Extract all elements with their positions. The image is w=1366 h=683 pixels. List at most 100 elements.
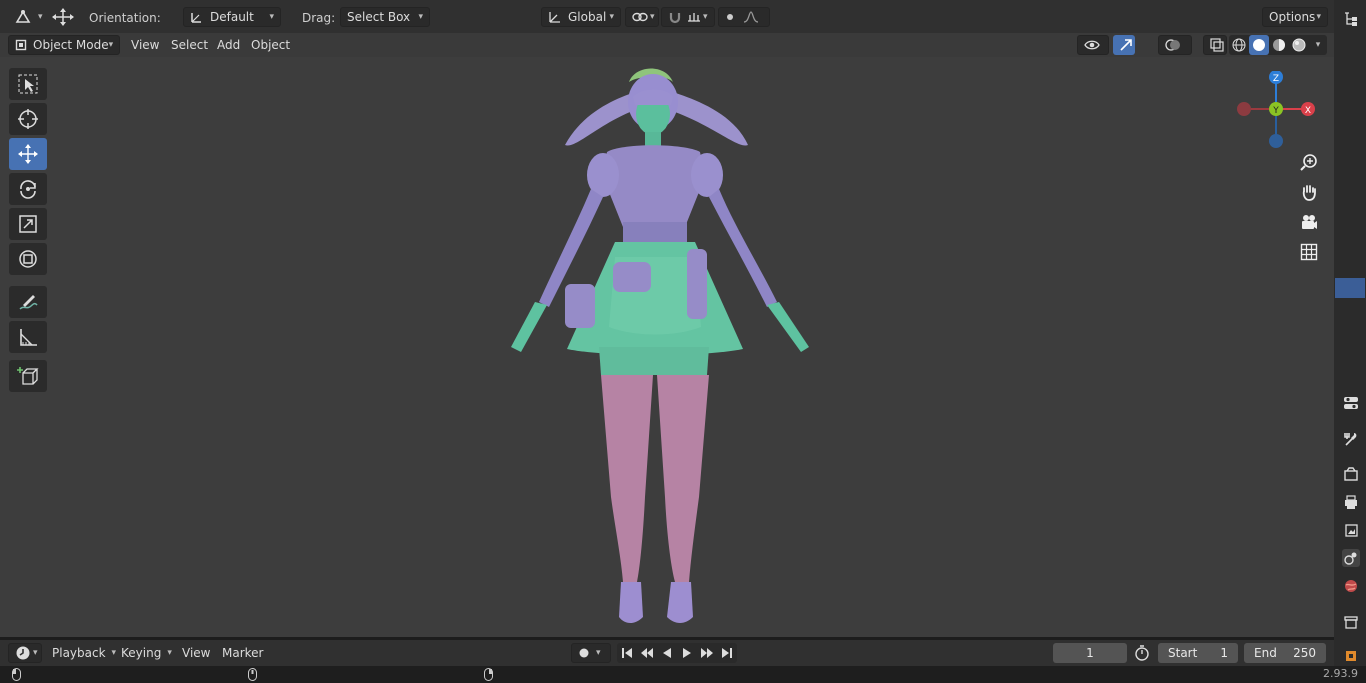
rendered-shading-button[interactable] <box>1289 35 1309 55</box>
tool-settings-tab[interactable] <box>1342 394 1360 412</box>
end-frame-field[interactable]: End 250 <box>1244 643 1326 663</box>
chevron-down-icon: ▾ <box>650 12 655 22</box>
mouse-right-icon <box>484 668 493 681</box>
measure-tool[interactable] <box>9 321 47 353</box>
timeline-editor-type-button[interactable]: ▾ <box>8 643 42 663</box>
zoom-icon <box>1300 154 1317 171</box>
playback-controls <box>617 643 737 663</box>
cursor-icon <box>18 109 38 129</box>
editor-type-button[interactable]: ▾ <box>8 7 43 27</box>
measure-icon <box>20 329 37 346</box>
rotate-tool[interactable] <box>9 173 47 205</box>
shading-options-button[interactable]: ▾ <box>1309 35 1327 55</box>
toolbar <box>9 68 49 395</box>
view-layer-properties-icon[interactable] <box>1342 521 1360 539</box>
auto-keying-toggle[interactable]: ▾ <box>571 643 611 663</box>
solid-shading-button[interactable] <box>1249 35 1269 55</box>
start-frame-field[interactable]: Start 1 <box>1158 643 1238 663</box>
axis-neg-x-handle[interactable] <box>1237 102 1251 116</box>
collection-properties-icon[interactable] <box>1342 613 1360 631</box>
menu-keying[interactable]: Keying ▾ <box>115 643 178 663</box>
play-reverse-icon <box>663 648 671 658</box>
annotate-tool[interactable] <box>9 286 47 318</box>
move-tool[interactable] <box>9 138 47 170</box>
options-label: Options <box>1269 10 1316 24</box>
menu-timeline-view[interactable]: View <box>176 643 216 663</box>
chevron-down-icon: ▾ <box>269 12 274 22</box>
orientation-label: Orientation: <box>89 11 161 25</box>
jump-keyframe-forward-button[interactable] <box>697 643 717 663</box>
right-arm <box>709 189 777 307</box>
wireframe-shading-button[interactable] <box>1229 35 1249 55</box>
right-pigtail <box>673 92 748 146</box>
add-cube-tool[interactable] <box>9 360 47 392</box>
play-reverse-button[interactable] <box>657 643 677 663</box>
select-box-tool[interactable] <box>9 68 47 100</box>
menu-select[interactable]: Select <box>165 35 214 55</box>
transform-pivot-icon[interactable] <box>50 7 76 30</box>
camera-icon <box>1302 215 1317 229</box>
menu-add[interactable]: Add <box>211 35 246 55</box>
preview-range-button[interactable] <box>1134 645 1150 661</box>
transform-orientation-dropdown[interactable]: Global ▾ <box>541 7 621 27</box>
play-icon <box>683 648 691 658</box>
menu-view[interactable]: View <box>125 35 165 55</box>
3d-viewport[interactable]: Z X Y <box>0 57 1334 637</box>
visibility-dropdown[interactable] <box>1077 35 1109 55</box>
transform-space-value: Global <box>568 10 607 24</box>
end-value: 250 <box>1293 646 1316 660</box>
menu-object[interactable]: Object <box>245 35 296 55</box>
drag-dropdown[interactable]: Select Box ▾ <box>340 7 430 27</box>
gizmo-toggle-button[interactable] <box>1113 35 1135 55</box>
end-label: End <box>1254 646 1277 660</box>
chevron-down-icon: ▾ <box>1316 12 1321 22</box>
outliner-icon[interactable] <box>1342 10 1360 28</box>
drag-label: Drag: <box>302 11 336 25</box>
jump-keyframe-back-button[interactable] <box>637 643 657 663</box>
proportional-editing-dropdown[interactable] <box>718 7 770 27</box>
scale-tool[interactable] <box>9 208 47 240</box>
jump-end-button[interactable] <box>717 643 737 663</box>
render-properties-icon[interactable] <box>1342 465 1360 483</box>
options-dropdown[interactable]: Options ▾ <box>1262 7 1328 27</box>
snap-dropdown[interactable]: ▾ <box>661 7 715 27</box>
record-icon <box>578 647 590 659</box>
menu-marker[interactable]: Marker <box>216 643 269 663</box>
transform-tool[interactable] <box>9 243 47 275</box>
xray-toggle-button[interactable] <box>1203 35 1227 55</box>
jump-start-button[interactable] <box>617 643 637 663</box>
toggle-perspective-button[interactable] <box>1296 239 1322 265</box>
tool-header: ▾ Orientation: Default ▾ Drag: Select Bo… <box>0 0 1334 33</box>
navigation-gizmo[interactable]: Z X Y <box>1236 71 1316 151</box>
material-shading-button[interactable] <box>1269 35 1289 55</box>
object-properties-icon[interactable] <box>1342 647 1360 665</box>
move-icon <box>18 144 38 164</box>
left-pigtail <box>565 92 635 146</box>
mode-dropdown[interactable]: Object Mode ▾ <box>8 35 120 55</box>
camera-view-button[interactable] <box>1296 209 1322 235</box>
play-button[interactable] <box>677 643 697 663</box>
current-frame-field[interactable]: 1 <box>1053 643 1127 663</box>
zoom-view-button[interactable] <box>1296 149 1322 175</box>
scene-properties-icon[interactable] <box>1342 549 1360 567</box>
output-properties-icon[interactable] <box>1342 493 1360 511</box>
move-gizmo-icon <box>14 9 32 25</box>
axis-y-label: Y <box>1272 106 1279 116</box>
tools-wrench-icon[interactable] <box>1342 430 1360 448</box>
character-model[interactable] <box>495 57 825 632</box>
pivot-point-dropdown[interactable]: ▾ <box>625 7 659 27</box>
cursor-tool[interactable] <box>9 103 47 135</box>
mouse-middle-icon <box>248 668 257 681</box>
overlays-dropdown[interactable] <box>1158 35 1192 55</box>
xray-icon <box>1210 38 1224 52</box>
wireframe-sphere-icon <box>1232 38 1246 52</box>
world-properties-icon[interactable] <box>1342 577 1360 595</box>
axis-neg-z-handle[interactable] <box>1269 134 1283 148</box>
pan-view-button[interactable] <box>1296 179 1322 205</box>
orientation-dropdown[interactable]: Default ▾ <box>183 7 281 27</box>
chevron-down-icon: ▾ <box>33 648 38 658</box>
menu-playback[interactable]: Playback ▾ <box>46 643 122 663</box>
left-hand <box>511 302 547 352</box>
chevron-down-icon: ▾ <box>38 12 43 22</box>
chevron-down-icon: ▾ <box>108 40 114 50</box>
